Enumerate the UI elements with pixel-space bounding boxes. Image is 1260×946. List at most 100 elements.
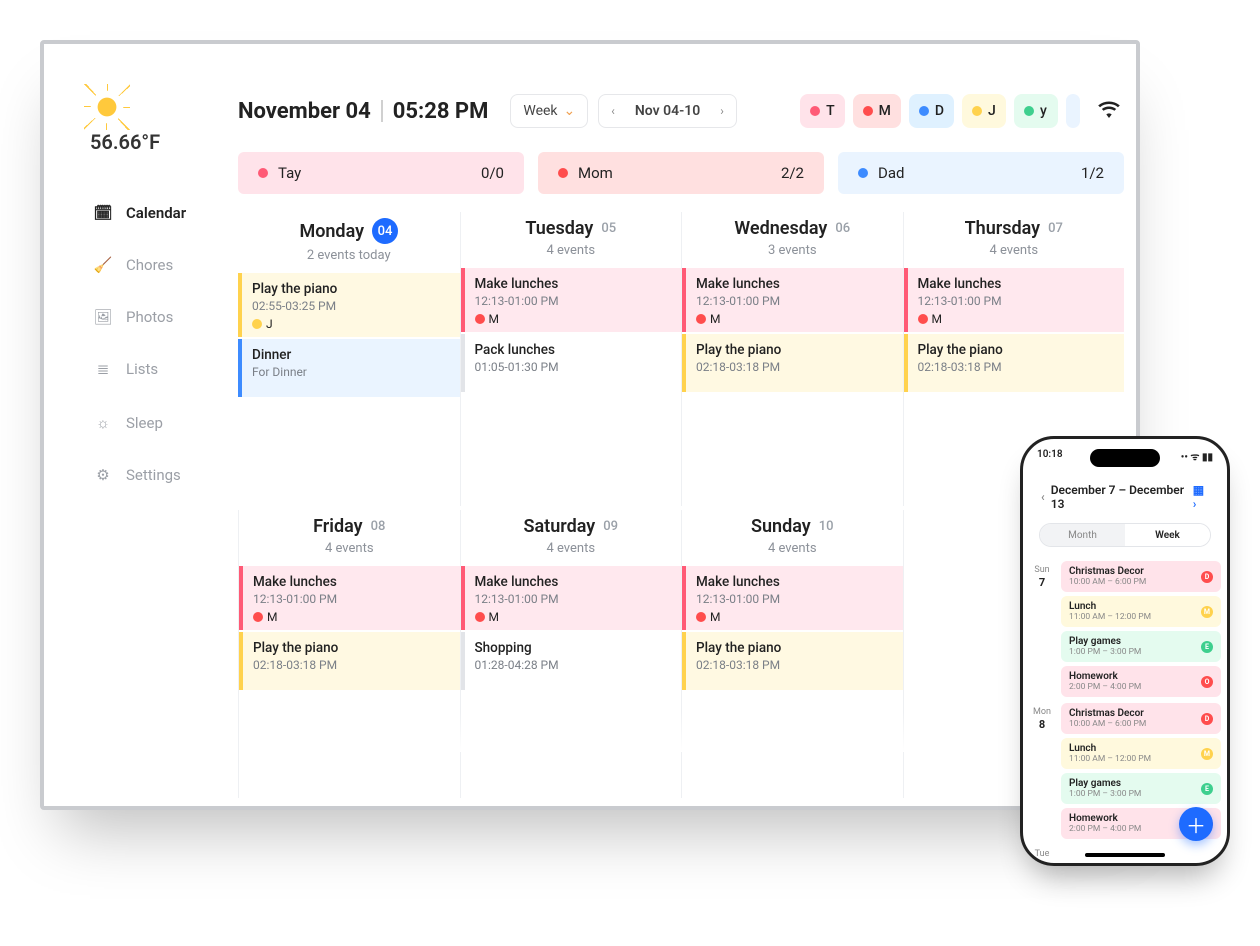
person-filter-T[interactable]: T: [800, 94, 845, 128]
view-selector[interactable]: Week ⌄: [510, 94, 588, 128]
phone-event-title: Homework: [1069, 813, 1141, 824]
owner-dot-icon: [475, 314, 485, 324]
main-panel: November 04 05:28 PM Week ⌄ ‹ Nov 04-10 …: [230, 82, 1124, 798]
screen: 56.66°F 🗓︎ Calendar 🧹 Chores 🖼︎ Photos ≣: [82, 82, 1124, 798]
chore-card-tay[interactable]: Tay 0/0: [238, 152, 524, 194]
event-card[interactable]: Dinner For Dinner: [238, 339, 460, 397]
seg-week[interactable]: Week: [1125, 524, 1210, 546]
day-events: Make lunches 12:13-01:00 PMMPack lunches…: [461, 268, 682, 392]
prev-week-button[interactable]: ‹: [605, 100, 621, 122]
phone-home-indicator: [1085, 853, 1165, 857]
phone-event[interactable]: Play games1:00 PM – 3:00 PME: [1061, 773, 1221, 804]
chore-count: 1/2: [1081, 164, 1104, 182]
day-column: Saturday 09 4 events Make lunches 12:13-…: [460, 510, 682, 799]
event-time: 02:18-03:18 PM: [253, 658, 450, 672]
event-card[interactable]: Play the piano 02:18-03:18 PM: [239, 632, 460, 690]
phone-prev-button[interactable]: ‹: [1035, 488, 1051, 506]
weather-widget: 56.66°F: [82, 90, 230, 176]
chore-count: 0/0: [481, 164, 504, 182]
chore-card-mom[interactable]: Mom2/2: [538, 152, 824, 194]
chore-name: Dad: [878, 164, 904, 182]
day-name: Friday 08: [313, 516, 385, 537]
event-card[interactable]: Make lunches 12:13-01:00 PMM: [904, 268, 1125, 332]
phone-next-button[interactable]: ▦ ›: [1187, 481, 1215, 513]
day-subtitle: 4 events: [239, 541, 460, 556]
day-header: Tuesday 05 4 events: [461, 212, 682, 268]
event-time: 12:13-01:00 PM: [696, 294, 893, 308]
nav-settings[interactable]: ⚙︎ Settings: [82, 450, 230, 500]
event-card[interactable]: Make lunches 12:13-01:00 PMM: [461, 566, 682, 630]
phone-event[interactable]: Homework2:00 PM – 4:00 PMO: [1061, 666, 1221, 697]
day-column: Monday 04 2 events today Play the piano …: [238, 212, 460, 506]
event-card[interactable]: Pack lunches 01:05-01:30 PM: [461, 334, 682, 392]
person-label: y: [1040, 103, 1047, 119]
phone-view-segmented[interactable]: Month Week: [1039, 523, 1211, 547]
nav-label: Photos: [126, 308, 173, 326]
day-name: Saturday 09: [524, 516, 618, 537]
event-time: 12:13-01:00 PM: [253, 592, 450, 606]
list-icon: ≣: [92, 360, 114, 378]
person-label: M: [879, 103, 891, 119]
person-dot-icon: [972, 106, 982, 116]
person-filter-y[interactable]: y: [1014, 94, 1058, 128]
range-label: Nov 04-10: [627, 103, 708, 119]
nav-lists[interactable]: ≣ Lists: [82, 344, 230, 394]
phone-event[interactable]: Lunch11:00 AM – 12:00 PMM: [1061, 596, 1221, 627]
next-week-button[interactable]: ›: [714, 100, 730, 122]
nav-calendar[interactable]: 🗓︎ Calendar: [82, 188, 230, 238]
event-card[interactable]: Play the piano 02:18-03:18 PM: [682, 632, 903, 690]
nav-sleep[interactable]: ☼ Sleep: [82, 398, 230, 448]
person-filter-J[interactable]: J: [962, 94, 1006, 128]
phone-event[interactable]: Christmas Decor10:00 AM – 6:00 PMD: [1061, 703, 1221, 734]
owner-dot-icon: [696, 314, 706, 324]
chore-card-dad[interactable]: Dad 1/2: [838, 152, 1124, 194]
chore-name: Mom: [578, 164, 613, 182]
event-card[interactable]: Make lunches 12:13-01:00 PMM: [682, 268, 903, 332]
day-header: Friday 08 4 events: [239, 510, 460, 566]
day-events: Make lunches 12:13-01:00 PMMShopping 01:…: [461, 566, 682, 690]
day-column: Sunday 10 4 events Make lunches 12:13-01…: [681, 510, 903, 799]
day-subtitle: 4 events: [682, 541, 903, 556]
person-label: J: [988, 103, 996, 119]
person-filter-M[interactable]: M: [853, 94, 901, 128]
phone-event-title: Christmas Decor: [1069, 566, 1146, 577]
phone-add-button[interactable]: ＋: [1179, 807, 1213, 841]
chore-name: Tay: [278, 164, 301, 182]
event-card[interactable]: Make lunches 12:13-01:00 PMM: [682, 566, 903, 630]
phone-event[interactable]: Christmas Decor10:00 AM – 6:00 PMD: [1061, 561, 1221, 592]
phone-event-time: 10:00 AM – 6:00 PM: [1069, 719, 1146, 729]
seg-month[interactable]: Month: [1040, 524, 1125, 546]
event-owner: M: [918, 312, 1115, 326]
day-number: 07: [1048, 221, 1063, 236]
nav: 🗓︎ Calendar 🧹 Chores 🖼︎ Photos ≣ Lists: [82, 188, 230, 500]
day-subtitle: 4 events: [461, 243, 682, 258]
event-time: 12:13-01:00 PM: [475, 294, 672, 308]
event-card[interactable]: Play the piano 02:18-03:18 PM: [904, 334, 1125, 392]
day-header: Saturday 09 4 events: [461, 510, 682, 566]
phone-event-tag-icon: O: [1201, 676, 1213, 688]
person-filter-more[interactable]: [1066, 94, 1080, 128]
day-header: Sunday 10 4 events: [682, 510, 903, 566]
day-events: Make lunches 12:13-01:00 PMMPlay the pia…: [239, 566, 460, 690]
phone-event-tag-icon: D: [1201, 713, 1213, 725]
sun-icon: [90, 90, 124, 124]
phone-event-time: 1:00 PM – 3:00 PM: [1069, 647, 1141, 657]
event-time: 01:28-04:28 PM: [475, 658, 672, 672]
event-card[interactable]: Play the piano 02:18-03:18 PM: [682, 334, 903, 392]
date-time: November 04 05:28 PM: [238, 99, 488, 124]
person-dot-icon: [1024, 106, 1034, 116]
person-dot-icon: [863, 106, 873, 116]
phone-event-title: Lunch: [1069, 743, 1151, 754]
event-card[interactable]: Play the piano 02:55-03:25 PMJ: [238, 273, 460, 337]
person-filter-D[interactable]: D: [909, 94, 954, 128]
nav-chores[interactable]: 🧹 Chores: [82, 240, 230, 290]
day-events: Play the piano 02:55-03:25 PMJDinner For…: [238, 273, 460, 397]
nav-label: Sleep: [126, 414, 163, 432]
event-card[interactable]: Make lunches 12:13-01:00 PMM: [239, 566, 460, 630]
event-card[interactable]: Shopping 01:28-04:28 PM: [461, 632, 682, 690]
nav-photos[interactable]: 🖼︎ Photos: [82, 292, 230, 342]
event-card[interactable]: Make lunches 12:13-01:00 PMM: [461, 268, 682, 332]
phone-event[interactable]: Play games1:00 PM – 3:00 PME: [1061, 631, 1221, 662]
phone-event[interactable]: Lunch11:00 AM – 12:00 PMM: [1061, 738, 1221, 769]
event-owner: M: [696, 610, 893, 624]
